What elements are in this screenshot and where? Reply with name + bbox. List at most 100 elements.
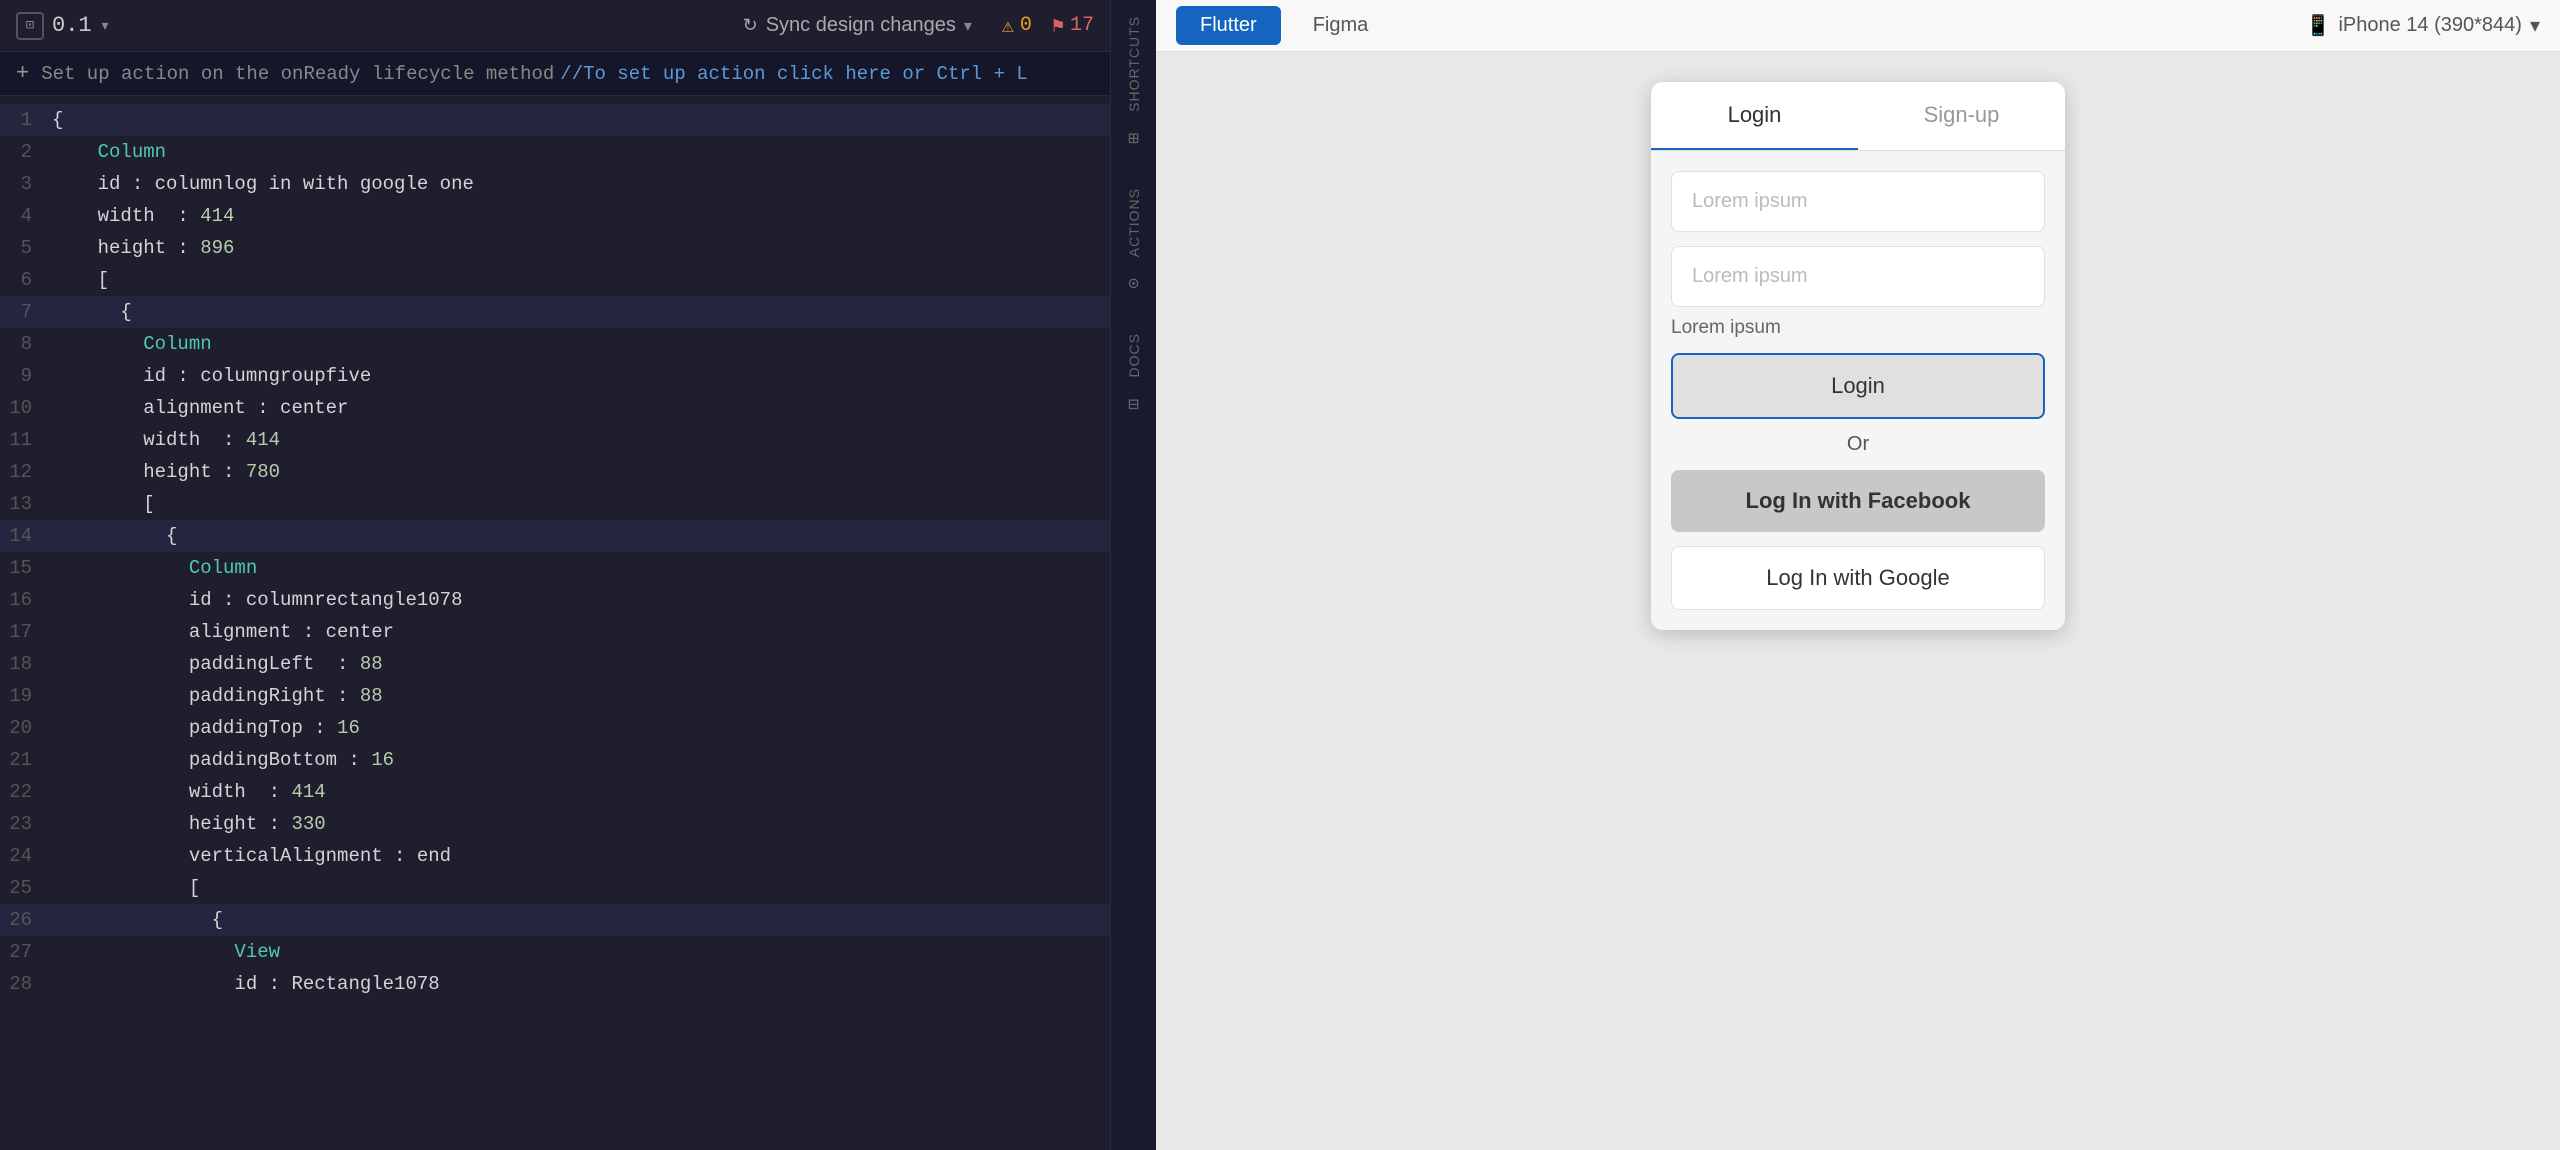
line-number: 28 [0, 969, 52, 999]
code-line: 12 height : 780 [0, 456, 1110, 488]
device-selector[interactable]: 📱 iPhone 14 (390*844) ▾ [2306, 13, 2540, 38]
docs-group: DOCS ⊟ [1126, 325, 1142, 423]
tab-login[interactable]: Login [1651, 82, 1858, 150]
code-line: 5 height : 896 [0, 232, 1110, 264]
line-content: paddingLeft : 88 [52, 649, 1110, 679]
code-line: 11 width : 414 [0, 424, 1110, 456]
login-button[interactable]: Login [1671, 353, 2045, 419]
file-icon: ⊡ [16, 12, 44, 40]
figma-button[interactable]: Figma [1297, 6, 1385, 45]
code-line: 16 id : columnrectangle1078 [0, 584, 1110, 616]
lifecycle-text: Set up action on the onReady lifecycle m… [41, 63, 554, 85]
or-divider: Or [1671, 433, 2045, 456]
code-line: 22 width : 414 [0, 776, 1110, 808]
line-content: { [52, 905, 1110, 935]
line-number: 16 [0, 585, 52, 615]
error-icon: ⚑ [1052, 13, 1064, 39]
line-content: { [52, 105, 1110, 135]
code-line: 26 { [0, 904, 1110, 936]
username-placeholder: Lorem ipsum [1692, 190, 1808, 212]
line-content: verticalAlignment : end [52, 841, 1110, 871]
line-content: height : 780 [52, 457, 1110, 487]
docs-label[interactable]: DOCS [1126, 325, 1142, 385]
code-line: 28 id : Rectangle1078 [0, 968, 1110, 1000]
actions-label[interactable]: ACTIONS [1126, 180, 1142, 265]
lifecycle-link[interactable]: //To set up action click here or Ctrl + … [560, 63, 1027, 85]
shortcuts-group: SHORTCUTS ⊞ [1126, 8, 1142, 158]
line-number: 1 [0, 105, 52, 135]
line-content: width : 414 [52, 425, 1110, 455]
code-line: 18 paddingLeft : 88 [0, 648, 1110, 680]
chevron-down-icon[interactable]: ▾ [100, 15, 111, 37]
line-content: id : columngroupfive [52, 361, 1110, 391]
editor-panel: ⊡ 0.1 ▾ ↻ Sync design changes ▾ ⚠ 0 ⚑ 17… [0, 0, 1110, 1150]
line-content: Column [52, 553, 1110, 583]
code-line: 19 paddingRight : 88 [0, 680, 1110, 712]
line-number: 3 [0, 169, 52, 199]
code-line: 27 View [0, 936, 1110, 968]
docs-icon[interactable]: ⊟ [1128, 386, 1139, 424]
line-content: height : 896 [52, 233, 1110, 263]
editor-topbar: ⊡ 0.1 ▾ ↻ Sync design changes ▾ ⚠ 0 ⚑ 17 [0, 0, 1110, 52]
line-content: Column [52, 137, 1110, 167]
device-dropdown-icon[interactable]: ▾ [2530, 13, 2540, 38]
line-number: 23 [0, 809, 52, 839]
line-number: 11 [0, 425, 52, 455]
line-number: 5 [0, 233, 52, 263]
code-line: 2 Column [0, 136, 1110, 168]
line-number: 13 [0, 489, 52, 519]
actions-group: ACTIONS ⊙ [1126, 180, 1142, 303]
password-placeholder: Lorem ipsum [1692, 265, 1808, 287]
line-content: { [52, 297, 1110, 327]
file-name[interactable]: 0.1 [52, 13, 92, 38]
line-number: 4 [0, 201, 52, 231]
grid-icon[interactable]: ⊞ [1128, 120, 1139, 158]
line-number: 24 [0, 841, 52, 871]
line-content: id : columnlog in with google one [52, 169, 1110, 199]
line-content: height : 330 [52, 809, 1110, 839]
actions-icon[interactable]: ⊙ [1128, 265, 1139, 303]
line-content: [ [52, 489, 1110, 519]
username-input[interactable]: Lorem ipsum [1671, 171, 2045, 232]
line-content: [ [52, 265, 1110, 295]
facebook-login-button[interactable]: Log In with Facebook [1671, 470, 2045, 532]
code-line: 6 [ [0, 264, 1110, 296]
code-area[interactable]: 1{ 2 Column3 id : columnlog in with goog… [0, 96, 1110, 1150]
shortcuts-label[interactable]: SHORTCUTS [1126, 8, 1142, 120]
line-content: alignment : center [52, 617, 1110, 647]
code-line: 7 { [0, 296, 1110, 328]
line-content: id : columnrectangle1078 [52, 585, 1110, 615]
phone-screen: Login Sign-up Lorem ipsum Lorem ipsum Lo… [1651, 82, 2065, 630]
line-content: id : Rectangle1078 [52, 969, 1110, 999]
code-line: 15 Column [0, 552, 1110, 584]
google-login-button[interactable]: Log In with Google [1671, 546, 2045, 610]
warning-count: 0 [1020, 14, 1032, 37]
sync-label: Sync design changes [766, 14, 956, 37]
warning-badge: ⚠ 0 [1002, 13, 1032, 39]
app-tabs: Login Sign-up [1651, 82, 2065, 151]
line-number: 27 [0, 937, 52, 967]
line-number: 15 [0, 553, 52, 583]
tab-signup[interactable]: Sign-up [1858, 82, 2065, 150]
line-content: width : 414 [52, 201, 1110, 231]
line-number: 8 [0, 329, 52, 359]
line-number: 22 [0, 777, 52, 807]
line-number: 7 [0, 297, 52, 327]
code-line: 14 { [0, 520, 1110, 552]
line-number: 14 [0, 521, 52, 551]
sync-dropdown-icon[interactable]: ▾ [964, 16, 972, 36]
app-form: Lorem ipsum Lorem ipsum Lorem ipsum Logi… [1651, 151, 2065, 630]
flutter-button[interactable]: Flutter [1176, 6, 1281, 45]
password-input[interactable]: Lorem ipsum [1671, 246, 2045, 307]
code-line: 20 paddingTop : 16 [0, 712, 1110, 744]
phone-icon: 📱 [2306, 13, 2331, 38]
sync-button[interactable]: ↻ Sync design changes ▾ [733, 8, 982, 43]
preview-topbar: Flutter Figma 📱 iPhone 14 (390*844) ▾ [1156, 0, 2560, 52]
line-number: 2 [0, 137, 52, 167]
code-line: 21 paddingBottom : 16 [0, 744, 1110, 776]
line-content: View [52, 937, 1110, 967]
line-content: Column [52, 329, 1110, 359]
line-number: 25 [0, 873, 52, 903]
line-content: width : 414 [52, 777, 1110, 807]
forgot-password-link[interactable]: Lorem ipsum [1671, 317, 2045, 339]
